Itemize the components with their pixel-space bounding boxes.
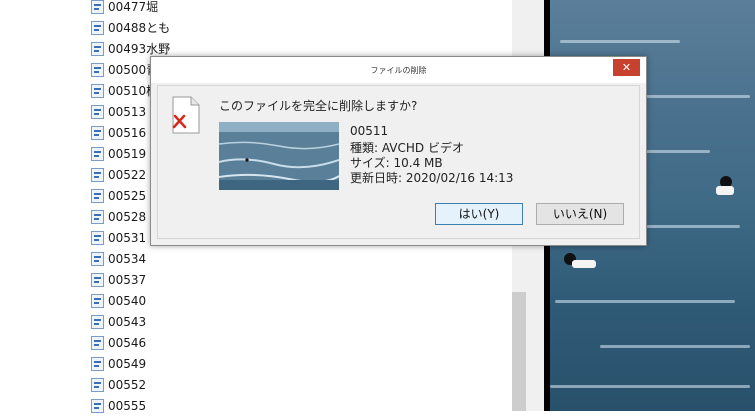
- swimmer-board: [572, 260, 596, 268]
- file-list-item-name: 00525: [108, 188, 147, 203]
- video-file-icon: [91, 356, 104, 371]
- file-list-item-name: 00522: [108, 167, 147, 182]
- file-list-item[interactable]: 00519: [91, 143, 146, 164]
- video-file-icon: [91, 62, 104, 77]
- file-list-item-name: 00534: [108, 251, 147, 266]
- video-file-icon: [91, 125, 104, 140]
- video-file-icon: [91, 104, 104, 119]
- dialog-titlebar[interactable]: ファイルの削除 ✕: [151, 57, 646, 83]
- video-file-icon: [91, 398, 104, 413]
- video-file-icon: [91, 230, 104, 245]
- file-list-item[interactable]: 00543: [91, 311, 146, 332]
- wave: [550, 385, 750, 388]
- video-file-icon: [91, 335, 104, 350]
- file-list-item-name: 00477堀: [108, 0, 159, 14]
- file-list-item-name: 00546: [108, 335, 147, 350]
- video-file-icon: [91, 146, 104, 161]
- video-file-icon: [91, 272, 104, 287]
- file-list-item[interactable]: 00500青: [91, 59, 158, 80]
- close-button[interactable]: ✕: [613, 59, 640, 76]
- file-list-item[interactable]: 00537: [91, 269, 146, 290]
- video-file-icon: [91, 251, 104, 266]
- file-list-item-name: 00549: [108, 356, 147, 371]
- file-list-item[interactable]: 00510桐: [91, 80, 158, 101]
- file-list-item-name: 00519: [108, 146, 147, 161]
- swimmer-body: [716, 186, 734, 195]
- file-modified: 更新日時: 2020/02/16 14:13: [350, 171, 514, 185]
- file-list-item-name: 00555: [108, 398, 147, 413]
- video-file-icon: [91, 209, 104, 224]
- file-list-item[interactable]: 00552: [91, 374, 146, 395]
- video-file-icon: [91, 314, 104, 329]
- file-list-item[interactable]: 00528: [91, 206, 146, 227]
- wave: [560, 40, 680, 43]
- file-list-item[interactable]: 00534: [91, 248, 146, 269]
- video-file-icon: [91, 20, 104, 35]
- video-file-icon: [91, 377, 104, 392]
- file-list-item-name: 00552: [108, 377, 147, 392]
- dialog-title: ファイルの削除: [370, 66, 427, 75]
- wave: [600, 345, 750, 348]
- file-list-item-name: 00537: [108, 272, 147, 287]
- file-list-item[interactable]: 00513: [91, 101, 146, 122]
- video-file-icon: [91, 83, 104, 98]
- scroll-thumb[interactable]: [512, 292, 526, 411]
- yes-button[interactable]: はい(Y): [435, 203, 523, 225]
- file-list-item-name: 00516: [108, 125, 147, 140]
- video-file-icon: [91, 0, 104, 14]
- file-list-item[interactable]: 00540: [91, 290, 146, 311]
- no-button[interactable]: いいえ(N): [536, 203, 624, 225]
- video-file-icon: [91, 188, 104, 203]
- file-list-item-name: 00540: [108, 293, 147, 308]
- wave: [555, 300, 735, 303]
- file-list-item-name: 00528: [108, 209, 147, 224]
- delete-file-dialog: ファイルの削除 ✕ このファイルを完全に削除しますか? 00511 種類: AV: [150, 56, 647, 246]
- video-file-icon: [91, 293, 104, 308]
- file-list-item[interactable]: 00522: [91, 164, 146, 185]
- delete-file-icon: [171, 96, 201, 134]
- dialog-body: このファイルを完全に削除しますか? 00511 種類: AVCHD ビデオ サイ…: [157, 85, 640, 239]
- confirm-question: このファイルを完全に削除しますか?: [219, 99, 418, 113]
- file-list-item-name: 00513: [108, 104, 147, 119]
- file-list-item[interactable]: 00516: [91, 122, 146, 143]
- file-list-item-name: 00493水野: [108, 42, 171, 56]
- video-file-icon: [91, 41, 104, 56]
- file-list-item[interactable]: 00477堀: [91, 0, 158, 17]
- file-list-item-name: 00543: [108, 314, 147, 329]
- video-file-icon: [91, 167, 104, 182]
- file-list-item[interactable]: 00546: [91, 332, 146, 353]
- file-list-item[interactable]: 00525: [91, 185, 146, 206]
- video-thumbnail: [219, 122, 339, 190]
- file-list-item-name: 00531: [108, 230, 147, 245]
- file-list-item-name: 00488とも: [108, 21, 171, 35]
- file-list-item[interactable]: 00555: [91, 395, 146, 416]
- file-list-item[interactable]: 00488とも: [91, 17, 170, 38]
- file-name: 00511: [350, 124, 389, 138]
- file-list-item[interactable]: 00531: [91, 227, 146, 248]
- file-list-item[interactable]: 00549: [91, 353, 146, 374]
